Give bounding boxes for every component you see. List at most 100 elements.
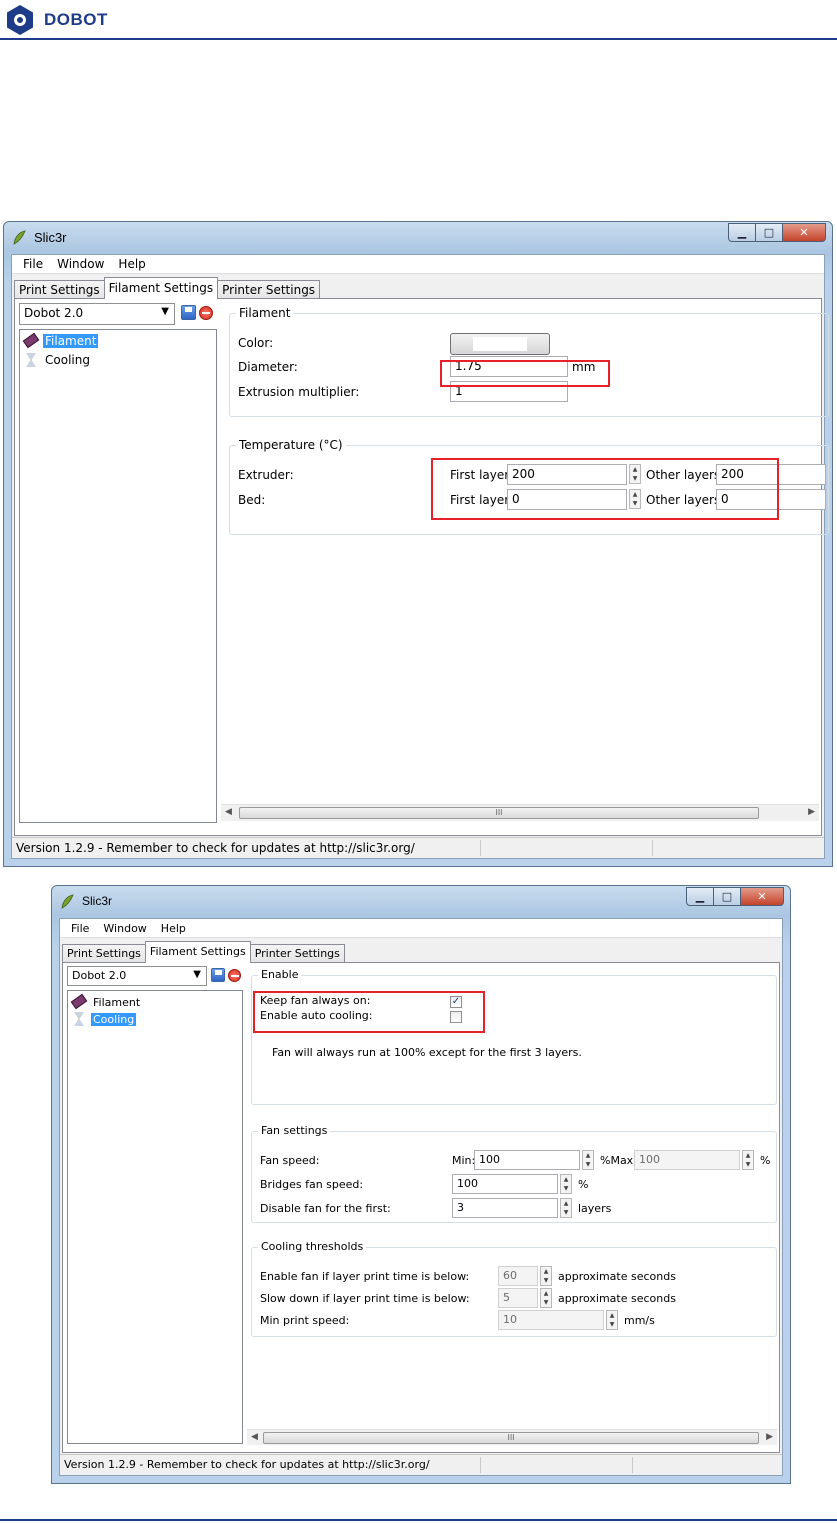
menu-bar: File Window Help: [60, 919, 782, 938]
page-tree: Filament Cooling: [19, 329, 217, 823]
menu-help[interactable]: Help: [111, 257, 152, 271]
slow-down-threshold-spinner[interactable]: ▲ ▼: [540, 1288, 552, 1308]
scroll-left-icon[interactable]: ◀: [251, 1432, 258, 1442]
scroll-thumb[interactable]: III: [239, 807, 759, 819]
save-preset-icon[interactable]: [211, 968, 225, 982]
settings-tabs: Print Settings Filament Settings Printer…: [14, 277, 321, 299]
color-picker-button[interactable]: [450, 333, 550, 355]
tab-print-settings[interactable]: Print Settings: [62, 944, 146, 963]
fan-speed-min-input[interactable]: 100: [474, 1150, 580, 1170]
min-print-speed-label: Min print speed:: [260, 1314, 350, 1327]
slic3r-window-cooling: Slic3r ▁ □ ✕ File Window Help Print Sett…: [51, 885, 791, 1484]
menu-file[interactable]: File: [16, 257, 50, 271]
bridges-fan-speed-spinner[interactable]: ▲ ▼: [560, 1174, 572, 1194]
tab-printer-settings[interactable]: Printer Settings: [217, 280, 321, 299]
slow-down-threshold-input[interactable]: 5: [498, 1288, 538, 1308]
fan-speed-max-input[interactable]: 100: [634, 1150, 740, 1170]
slic3r-app-icon: [61, 894, 74, 909]
tab-printer-settings[interactable]: Printer Settings: [249, 944, 345, 963]
bed-label: Bed:: [238, 493, 266, 507]
tree-item-filament[interactable]: Filament: [70, 993, 142, 1010]
delete-preset-icon[interactable]: [199, 306, 213, 320]
fan-speed-max-label: %Max:: [600, 1154, 637, 1167]
close-button[interactable]: ✕: [782, 223, 826, 242]
filament-icon: [22, 332, 40, 349]
status-bar: Version 1.2.9 - Remember to check for up…: [60, 1454, 782, 1475]
filament-settings-pane: Dobot 2.0 ▼ Filament Cooling Filament Co…: [14, 298, 829, 836]
fan-speed-max-spinner[interactable]: ▲ ▼: [742, 1150, 754, 1170]
chevron-down-icon: ▼: [193, 969, 201, 980]
bridges-fan-speed-label: Bridges fan speed:: [260, 1178, 364, 1191]
tree-item-cooling[interactable]: Cooling: [71, 1011, 137, 1027]
dobot-logo-icon: [7, 5, 33, 35]
save-preset-icon[interactable]: [181, 305, 196, 320]
window-client: File Window Help Print Settings Filament…: [59, 918, 783, 1476]
cooling-thresholds-group: Cooling thresholds Enable fan if layer p…: [251, 1240, 777, 1337]
tree-item-label: Filament: [93, 995, 141, 1009]
highlight-box-diameter: [440, 360, 610, 387]
horizontal-scrollbar[interactable]: ◀ III ▶: [247, 1429, 777, 1445]
chevron-down-icon: ▼: [161, 306, 169, 317]
menu-help[interactable]: Help: [154, 922, 193, 935]
cooling-thresholds-group-legend: Cooling thresholds: [258, 1240, 367, 1253]
tab-filament-settings[interactable]: Filament Settings: [103, 277, 219, 299]
disable-fan-first-spinner[interactable]: ▲ ▼: [560, 1198, 572, 1218]
fan-speed-label: Fan speed:: [260, 1154, 320, 1167]
scroll-right-icon[interactable]: ▶: [808, 807, 815, 817]
tab-filament-settings[interactable]: Filament Settings: [144, 941, 251, 963]
header-divider: [0, 38, 837, 40]
preset-dropdown[interactable]: Dobot 2.0 ▼: [19, 303, 175, 325]
preset-dropdown[interactable]: Dobot 2.0 ▼: [67, 966, 207, 986]
menu-window[interactable]: Window: [50, 257, 111, 271]
fan-speed-min-label: Min:: [452, 1154, 476, 1167]
tree-item-label: Cooling: [45, 353, 90, 367]
temperature-group-legend: Temperature (°C): [236, 438, 346, 452]
color-swatch: [473, 337, 527, 351]
menu-window[interactable]: Window: [96, 922, 153, 935]
minimize-button[interactable]: ▁: [686, 887, 713, 906]
fan-speed-min-spinner[interactable]: ▲ ▼: [582, 1150, 594, 1170]
min-print-speed-spinner[interactable]: ▲ ▼: [606, 1310, 618, 1330]
enable-fan-threshold-spinner[interactable]: ▲ ▼: [540, 1266, 552, 1286]
window-title: Slic3r: [34, 230, 67, 245]
status-divider: [632, 1457, 633, 1473]
fan-settings-group: Fan settings Fan speed: Min: 100 ▲ ▼ %Max…: [251, 1124, 777, 1223]
tab-print-settings[interactable]: Print Settings: [14, 280, 105, 299]
slow-down-threshold-unit: approximate seconds: [558, 1292, 676, 1305]
title-bar[interactable]: Slic3r ▁ □ ✕: [52, 886, 790, 916]
hourglass-icon: [71, 1011, 87, 1027]
close-button[interactable]: ✕: [740, 887, 784, 906]
scroll-left-icon[interactable]: ◀: [225, 807, 232, 817]
page-tree: Filament Cooling: [67, 990, 243, 1444]
preset-dropdown-value: Dobot 2.0: [72, 969, 127, 982]
minimize-button[interactable]: ▁: [728, 223, 755, 242]
scroll-thumb[interactable]: III: [263, 1432, 759, 1444]
maximize-button[interactable]: □: [755, 223, 782, 242]
title-bar[interactable]: Slic3r ▁ □ ✕: [4, 222, 832, 252]
menu-bar: File Window Help: [12, 255, 824, 274]
tree-item-cooling[interactable]: Cooling: [23, 352, 92, 368]
tree-item-filament[interactable]: Filament: [22, 332, 99, 349]
diameter-label: Diameter:: [238, 360, 298, 374]
disable-fan-first-input[interactable]: 3: [452, 1198, 558, 1218]
bridges-fan-speed-unit: %: [578, 1178, 589, 1191]
window-client: File Window Help Print Settings Filament…: [11, 254, 829, 859]
maximize-button[interactable]: □: [713, 887, 740, 906]
horizontal-scrollbar[interactable]: ◀ III ▶: [221, 804, 819, 821]
filament-icon: [70, 993, 88, 1010]
status-divider: [480, 840, 481, 856]
document-header: DOBOT: [0, 0, 837, 40]
window-controls: ▁ □ ✕: [728, 223, 826, 242]
min-print-speed-input[interactable]: 10: [498, 1310, 604, 1330]
bridges-fan-speed-input[interactable]: 100: [452, 1174, 558, 1194]
tree-item-label: Cooling: [91, 1012, 137, 1026]
enable-fan-threshold-label: Enable fan if layer print time is below:: [260, 1270, 470, 1283]
filament-group-legend: Filament: [236, 306, 294, 320]
status-text: Version 1.2.9 - Remember to check for up…: [16, 841, 415, 855]
scroll-right-icon[interactable]: ▶: [766, 1432, 773, 1442]
slic3r-app-icon: [13, 230, 26, 245]
slow-down-threshold-label: Slow down if layer print time is below:: [260, 1292, 470, 1305]
enable-fan-threshold-input[interactable]: 60: [498, 1266, 538, 1286]
delete-preset-icon[interactable]: [228, 969, 241, 982]
menu-file[interactable]: File: [64, 922, 96, 935]
